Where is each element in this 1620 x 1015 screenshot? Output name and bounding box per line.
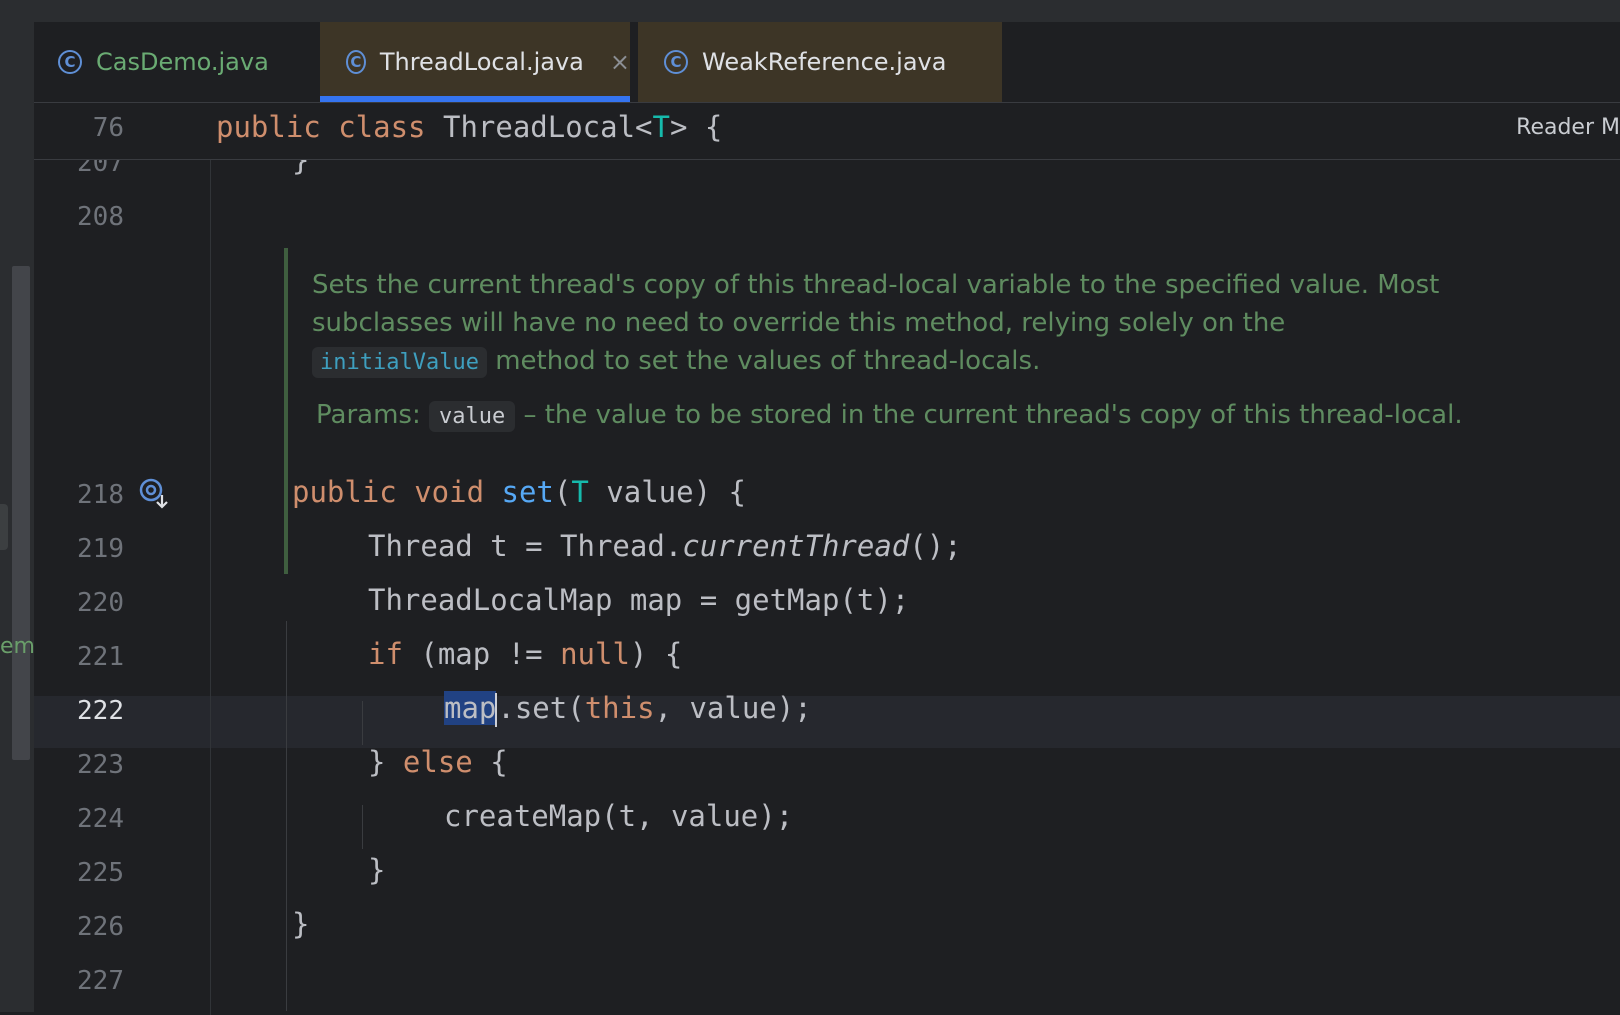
side-panel-scrollbar[interactable] — [12, 266, 30, 760]
tab-weakreference[interactable]: C WeakReference.java — [638, 22, 1002, 102]
indent-guide — [362, 805, 363, 849]
line-number: 221 — [77, 642, 124, 672]
sticky-header[interactable]: 76 public class ThreadLocal<T> { Reader … — [34, 103, 1620, 160]
line-number: 223 — [77, 750, 124, 780]
selected-text: map — [444, 691, 497, 725]
editor-tab-bar: C CasDemo.java C ThreadLocal.java × C We… — [34, 22, 1620, 103]
c-class-icon: C — [58, 50, 82, 74]
line-number: 218 — [77, 480, 124, 510]
line-number: 225 — [77, 858, 124, 888]
code-line: } — [292, 907, 310, 941]
code-line: } — [368, 853, 386, 887]
line-number-current: 222 — [77, 696, 124, 726]
code-line: public void set(T value) { — [292, 475, 746, 509]
sticky-code-line: public class ThreadLocal<T> { — [216, 110, 723, 144]
active-tab-indicator — [320, 96, 630, 102]
side-panel-handle[interactable] — [0, 504, 8, 550]
line-number: 220 — [77, 588, 124, 618]
code-line: if (map != null) { — [368, 637, 683, 671]
tab-threadlocal[interactable]: C ThreadLocal.java × — [320, 22, 630, 102]
code-line: Thread t = Thread.currentThread(); — [368, 529, 962, 563]
indent-guide — [286, 621, 287, 1011]
code-line-current: map.set(this, value); — [444, 691, 812, 727]
close-icon[interactable]: × — [610, 48, 630, 76]
tab-label: CasDemo.java — [96, 48, 269, 76]
tab-label: WeakReference.java — [702, 48, 947, 76]
javadoc-code-link[interactable]: initialValue — [312, 347, 487, 378]
javadoc-params: Params: value – the value to be stored i… — [316, 400, 1463, 432]
code-line: ThreadLocalMap map = getMap(t); — [368, 583, 910, 617]
param-name: value — [428, 401, 516, 432]
line-number: 226 — [77, 912, 124, 942]
line-number: 208 — [77, 202, 124, 232]
reader-mode-button[interactable]: Reader M — [1516, 115, 1620, 140]
line-number: 224 — [77, 804, 124, 834]
javadoc-description: Sets the current thread's copy of this t… — [312, 270, 1440, 378]
window-top-strip — [0, 0, 1620, 22]
line-number: 227 — [77, 966, 124, 996]
indent-guide — [362, 701, 363, 745]
c-class-icon: C — [346, 50, 366, 74]
gutter-divider — [210, 155, 211, 1015]
line-number: 76 — [92, 113, 124, 143]
current-line-highlight — [34, 696, 1620, 748]
overrides-method-icon[interactable] — [138, 477, 170, 509]
tab-label: ThreadLocal.java — [379, 48, 584, 76]
line-number: 219 — [77, 534, 124, 564]
code-editor[interactable]: 76 public class ThreadLocal<T> { Reader … — [34, 103, 1620, 1015]
project-side-panel[interactable]: emo — [0, 22, 48, 1012]
rendered-javadoc[interactable]: Sets the current thread's copy of this t… — [284, 248, 1488, 574]
c-class-icon: C — [664, 50, 688, 74]
tab-casdemo[interactable]: C CasDemo.java — [58, 22, 269, 102]
code-line: createMap(t, value); — [444, 799, 794, 833]
code-line: } else { — [368, 745, 508, 779]
